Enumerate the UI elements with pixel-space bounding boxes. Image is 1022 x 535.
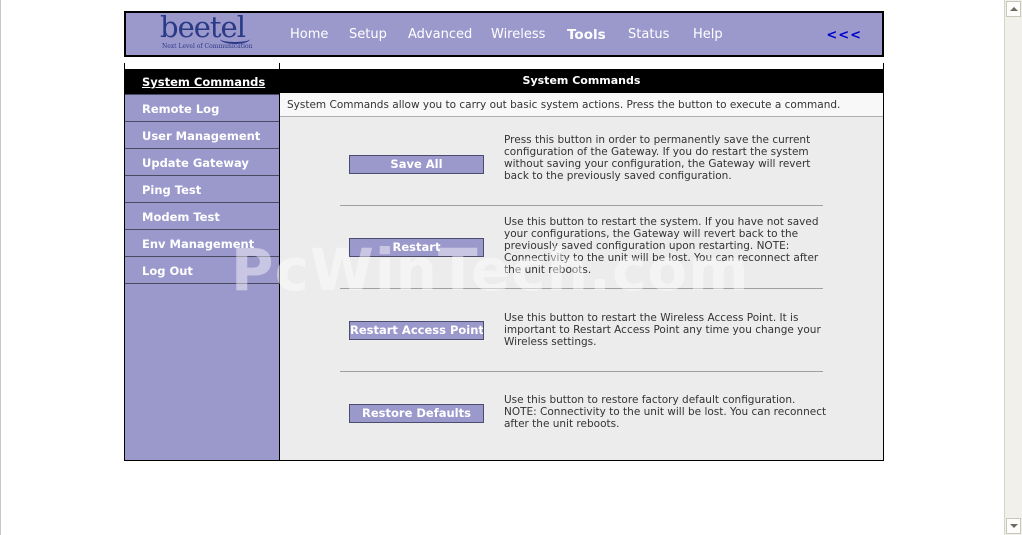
sidebar-item-label: Remote Log <box>142 102 220 116</box>
sidebar-item-label: Env Management <box>142 237 255 251</box>
beetel-logo[interactable]: beetel Next Level of Communication <box>160 10 253 54</box>
restart-button[interactable]: Restart <box>349 238 484 257</box>
save-all-button[interactable]: Save All <box>349 155 484 174</box>
content-panel: System Commands System Commands allow yo… <box>280 63 884 461</box>
sidebar-item-label: User Management <box>142 129 261 143</box>
vertical-scrollbar[interactable] <box>1004 0 1022 535</box>
restore-defaults-button[interactable]: Restore Defaults <box>349 404 484 423</box>
nav-tools[interactable]: Tools <box>567 27 606 43</box>
sidebar-item-ping-test[interactable]: Ping Test <box>125 177 279 203</box>
restart-access-point-description: Use this button to restart the Wireless … <box>504 312 821 348</box>
restart-access-point-button[interactable]: Restart Access Point <box>349 321 484 340</box>
back-link[interactable]: <<< <box>826 28 862 43</box>
nav-help[interactable]: Help <box>693 27 723 42</box>
sidebar-item-env-management[interactable]: Env Management <box>125 231 279 257</box>
divider <box>340 205 823 206</box>
sidebar-item-label: Ping Test <box>142 183 202 197</box>
sidebar-item-update-gateway[interactable]: Update Gateway <box>125 150 279 176</box>
page-title: System Commands <box>280 69 883 93</box>
sidebar-item-label: Update Gateway <box>142 156 249 170</box>
sidebar-item-label: Log Out <box>142 264 193 278</box>
sidebar-item-user-management[interactable]: User Management <box>125 123 279 149</box>
sidebar-item-label: System Commands <box>142 75 266 89</box>
divider <box>340 288 823 289</box>
sidebar-item-label: Modem Test <box>142 210 220 224</box>
page-intro: System Commands allow you to carry out b… <box>280 93 883 117</box>
restore-defaults-description: Use this button to restore factory defau… <box>504 394 827 430</box>
sidebar: System Commands Remote Log User Manageme… <box>124 63 281 461</box>
scroll-down-icon[interactable] <box>1006 518 1021 534</box>
nav-wireless[interactable]: Wireless <box>491 27 545 42</box>
sidebar-item-log-out[interactable]: Log Out <box>125 258 279 284</box>
header-bar: beetel Next Level of Communication Home … <box>124 10 884 57</box>
nav-advanced[interactable]: Advanced <box>408 27 472 42</box>
divider <box>340 371 823 372</box>
save-all-description: Press this button in order to permanentl… <box>504 134 811 182</box>
nav-home[interactable]: Home <box>290 27 328 42</box>
sidebar-item-remote-log[interactable]: Remote Log <box>125 96 279 122</box>
sidebar-item-system-commands[interactable]: System Commands <box>125 69 279 95</box>
restart-description: Use this button to restart the system. I… <box>504 216 819 276</box>
nav-status[interactable]: Status <box>628 27 669 42</box>
scroll-up-icon[interactable] <box>1006 1 1021 17</box>
logo-tagline: Next Level of Communication <box>162 43 253 50</box>
nav-setup[interactable]: Setup <box>349 27 387 42</box>
sidebar-item-modem-test[interactable]: Modem Test <box>125 204 279 230</box>
body-area: System Commands Remote Log User Manageme… <box>124 63 884 461</box>
browser-viewport: beetel Next Level of Communication Home … <box>0 0 1006 535</box>
